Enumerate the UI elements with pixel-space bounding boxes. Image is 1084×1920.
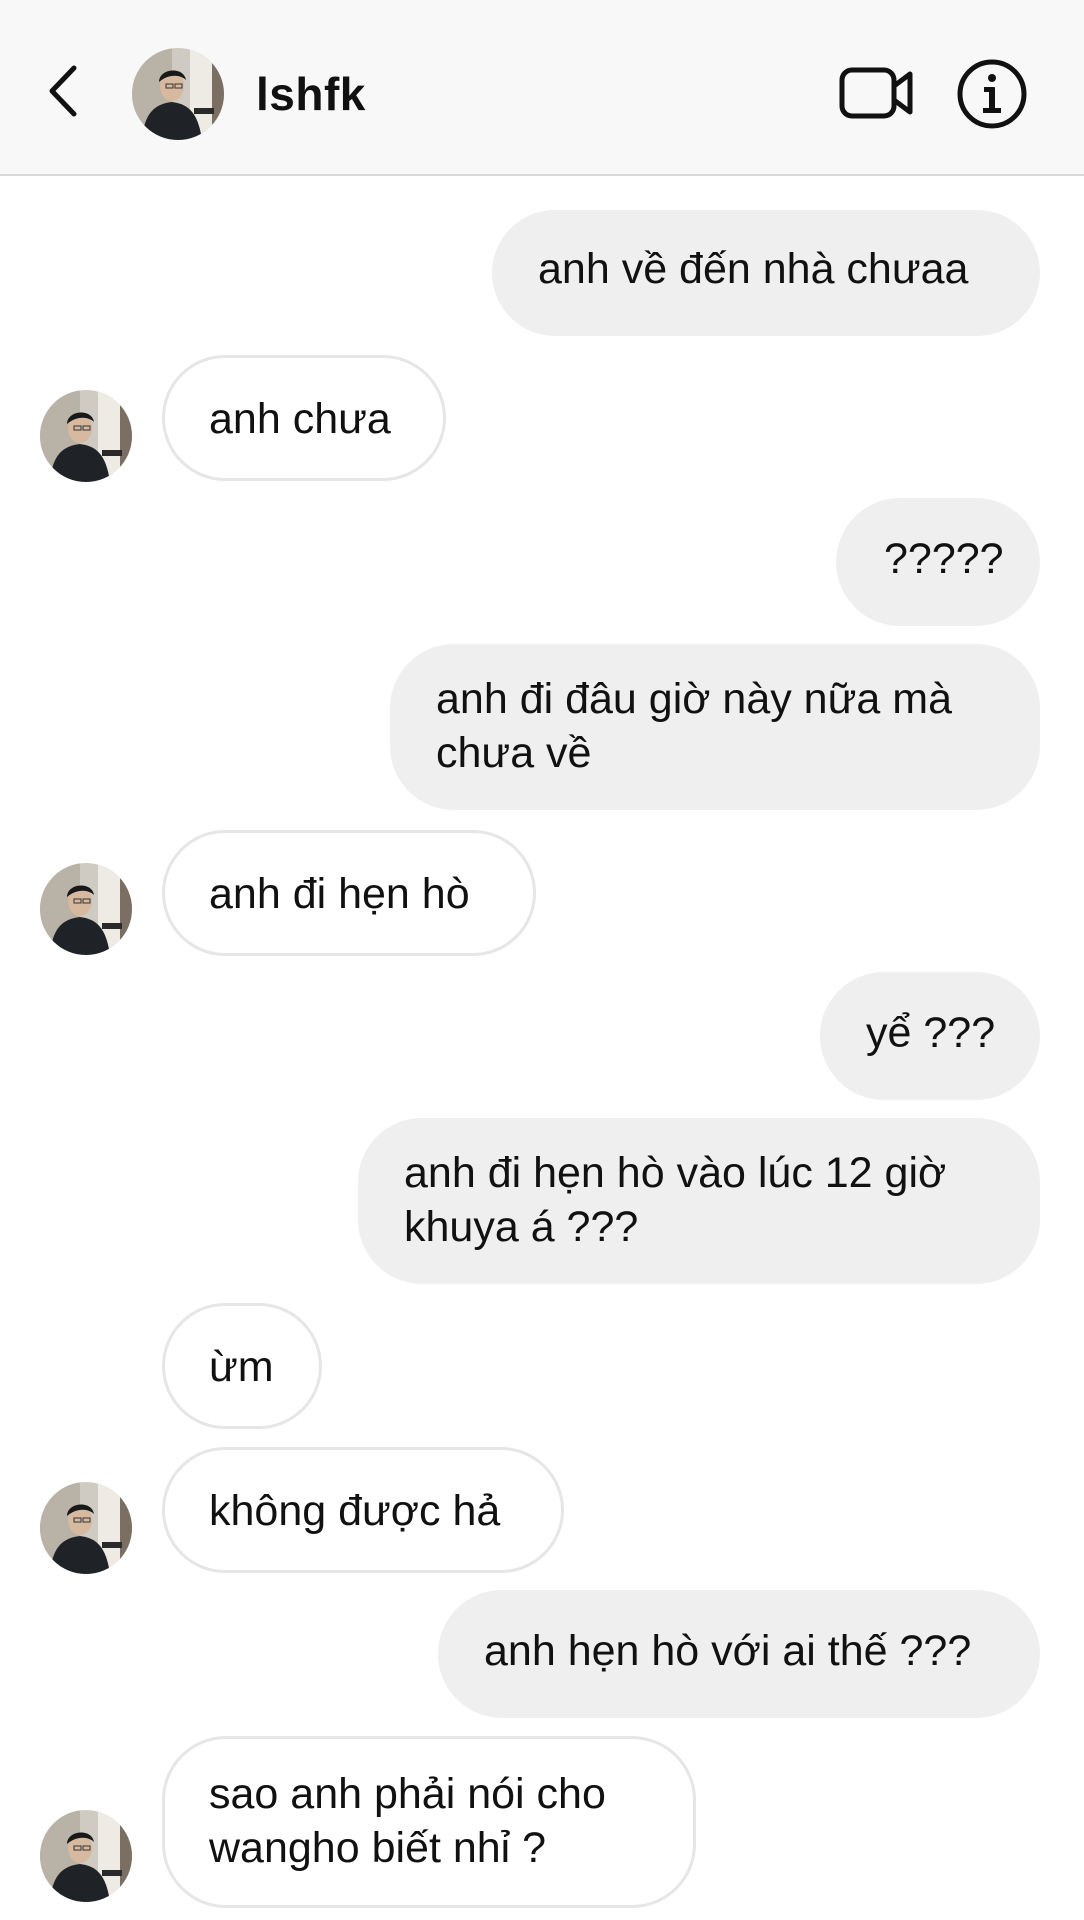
- sender-avatar[interactable]: [40, 390, 132, 482]
- conversation-title[interactable]: lshfk: [256, 64, 366, 124]
- message-outgoing[interactable]: ?????: [836, 498, 1040, 626]
- message-incoming[interactable]: anh đi hẹn hò: [162, 830, 536, 956]
- message-outgoing[interactable]: anh hẹn hò với ai thế ???: [438, 1590, 1040, 1718]
- message-incoming[interactable]: sao anh phải nói cho wangho biết nhỉ ?: [162, 1736, 696, 1908]
- back-button[interactable]: [40, 60, 90, 122]
- message-incoming[interactable]: không được hả: [162, 1447, 564, 1573]
- message-outgoing[interactable]: yể ???: [820, 972, 1040, 1100]
- info-icon: [957, 59, 1027, 129]
- avatar[interactable]: [132, 48, 224, 140]
- message-outgoing[interactable]: anh về đến nhà chưaa: [492, 210, 1040, 336]
- chat-header: lshfk: [0, 0, 1084, 176]
- sender-avatar[interactable]: [40, 863, 132, 955]
- sender-avatar[interactable]: [40, 1482, 132, 1574]
- message-incoming[interactable]: ừm: [162, 1303, 322, 1429]
- video-call-button[interactable]: [838, 62, 914, 124]
- sender-avatar[interactable]: [40, 1810, 132, 1902]
- info-button[interactable]: [956, 58, 1028, 130]
- message-incoming[interactable]: anh chưa: [162, 355, 446, 481]
- message-outgoing[interactable]: anh đi hẹn hò vào lúc 12 giờ khuya á ???: [358, 1118, 1040, 1284]
- video-camera-icon: [839, 67, 913, 119]
- message-outgoing[interactable]: anh đi đâu giờ này nữa mà chưa về: [390, 644, 1040, 810]
- chevron-left-icon: [49, 65, 77, 117]
